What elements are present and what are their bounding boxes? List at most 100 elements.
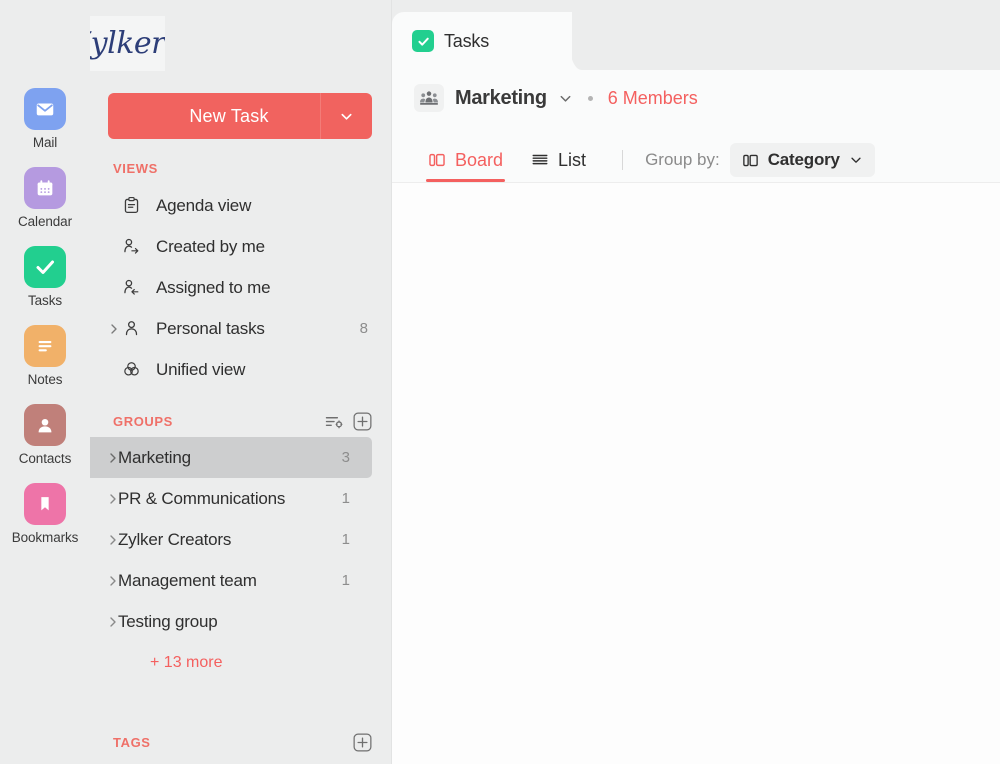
group-label-marketing: Marketing xyxy=(118,448,191,468)
groups-section-header: GROUPS xyxy=(108,412,372,431)
check-icon xyxy=(412,30,434,52)
notes-icon xyxy=(24,325,66,367)
group-count-management-team: 1 xyxy=(342,572,350,589)
check-icon xyxy=(24,246,66,288)
tab-label-list: List xyxy=(558,150,586,171)
list-icon xyxy=(531,151,549,169)
view-item-created-by-me[interactable]: Created by me xyxy=(108,226,372,267)
rail-label-tasks: Tasks xyxy=(28,293,62,308)
plus-box-icon[interactable] xyxy=(353,733,372,752)
rail-item-mail[interactable]: Mail xyxy=(0,88,90,150)
group-label-zylker-creators: Zylker Creators xyxy=(118,530,231,550)
group-by-label: Group by: xyxy=(645,150,720,170)
rail-item-tasks[interactable]: Tasks xyxy=(0,246,90,308)
view-label-assigned-to-me: Assigned to me xyxy=(156,278,270,298)
tags-title: TAGS xyxy=(113,735,151,750)
group-label-management-team: Management team xyxy=(118,571,257,591)
sidebar-content: New Task VIEWS Agenda view xyxy=(90,0,392,764)
sort-settings-icon[interactable] xyxy=(325,414,344,430)
content-panel: Marketing 6 Members Board xyxy=(392,70,1000,764)
bookmark-icon xyxy=(24,483,66,525)
rail-item-notes[interactable]: Notes xyxy=(0,325,90,387)
groups-list: Marketing 3 PR & Communications 1 Zylker… xyxy=(90,437,372,642)
group-count-marketing: 3 xyxy=(342,449,350,466)
view-label-unified: Unified view xyxy=(156,360,245,380)
chevron-down-icon[interactable] xyxy=(558,91,573,106)
sidebar: Zylker Mail Calendar Tasks xyxy=(0,0,392,764)
group-people-icon xyxy=(414,84,444,112)
tab-list[interactable]: List xyxy=(517,138,600,182)
tab-strip: Tasks xyxy=(392,0,1000,70)
clipboard-icon xyxy=(122,196,148,215)
rail-item-calendar[interactable]: Calendar xyxy=(0,167,90,229)
view-item-personal-tasks[interactable]: Personal tasks 8 xyxy=(108,308,372,349)
person-arrow-left-icon xyxy=(122,278,148,297)
calendar-icon xyxy=(24,167,66,209)
group-item-marketing[interactable]: Marketing 3 xyxy=(90,437,372,478)
rail-label-mail: Mail xyxy=(33,135,57,150)
chevron-right-icon[interactable] xyxy=(108,452,118,464)
group-count-pr-communications: 1 xyxy=(342,490,350,507)
tab-label-tasks: Tasks xyxy=(444,31,489,52)
group-count-zylker-creators: 1 xyxy=(342,531,350,548)
rail-label-calendar: Calendar xyxy=(18,214,72,229)
view-item-agenda[interactable]: Agenda view xyxy=(108,185,372,226)
views-section-header: VIEWS xyxy=(108,161,372,176)
chevron-right-icon[interactable] xyxy=(108,616,118,628)
new-task-dropdown[interactable] xyxy=(320,93,372,139)
group-item-pr-communications[interactable]: PR & Communications 1 xyxy=(90,478,372,519)
person-icon xyxy=(122,319,148,338)
rail-label-contacts: Contacts xyxy=(19,451,71,466)
tab-board[interactable]: Board xyxy=(414,138,517,182)
view-label-agenda: Agenda view xyxy=(156,196,251,216)
view-count-personal-tasks: 8 xyxy=(360,320,372,337)
rail-item-bookmarks[interactable]: Bookmarks xyxy=(0,483,90,545)
rail-label-notes: Notes xyxy=(28,372,63,387)
person-arrow-right-icon xyxy=(122,237,148,256)
group-by-dropdown[interactable]: Category xyxy=(730,143,875,177)
chevron-down-icon xyxy=(339,109,354,124)
group-item-testing-group[interactable]: Testing group xyxy=(90,601,372,642)
chevron-right-icon[interactable] xyxy=(108,534,118,546)
chevron-right-icon[interactable] xyxy=(108,575,118,587)
board-canvas xyxy=(392,182,1000,764)
view-item-unified[interactable]: Unified view xyxy=(108,349,372,390)
view-label-personal-tasks: Personal tasks xyxy=(156,319,265,339)
views-title: VIEWS xyxy=(113,161,158,176)
board-icon xyxy=(428,151,446,169)
views-list: Agenda view Created by me Assigned to me xyxy=(108,185,372,390)
group-by-value: Category xyxy=(768,150,840,170)
chevron-down-icon xyxy=(849,153,863,167)
main-area: Tasks xyxy=(392,0,1000,764)
group-label-pr-communications: PR & Communications xyxy=(118,489,285,509)
tab-label-board: Board xyxy=(455,150,503,171)
chevron-right-icon[interactable] xyxy=(108,323,120,335)
rail-label-bookmarks: Bookmarks xyxy=(12,530,79,545)
new-task-label: New Task xyxy=(108,106,320,127)
plus-box-icon[interactable] xyxy=(353,412,372,431)
app-window: Zylker Mail Calendar Tasks xyxy=(0,0,1000,764)
group-item-zylker-creators[interactable]: Zylker Creators 1 xyxy=(90,519,372,560)
new-task-button[interactable]: New Task xyxy=(108,93,372,139)
group-header: Marketing 6 Members xyxy=(414,84,698,112)
group-name: Marketing xyxy=(455,87,547,110)
tags-section-header: TAGS xyxy=(108,733,372,752)
groups-show-more[interactable]: + 13 more xyxy=(108,654,372,672)
group-item-management-team[interactable]: Management team 1 xyxy=(90,560,372,601)
person-icon xyxy=(24,404,66,446)
groups-title: GROUPS xyxy=(113,414,173,429)
chevron-right-icon[interactable] xyxy=(108,493,118,505)
venn-icon xyxy=(122,360,148,379)
envelope-icon xyxy=(24,88,66,130)
group-label-testing-group: Testing group xyxy=(118,612,217,632)
tab-edge xyxy=(542,12,582,70)
view-item-assigned-to-me[interactable]: Assigned to me xyxy=(108,267,372,308)
app-rail: Mail Calendar Tasks Notes xyxy=(0,0,90,764)
view-toolbar: Board List Group by: Category xyxy=(414,138,1000,182)
group-members-link[interactable]: 6 Members xyxy=(608,88,698,109)
toolbar-divider xyxy=(622,150,623,170)
separator-dot xyxy=(588,96,593,101)
view-label-created-by-me: Created by me xyxy=(156,237,265,257)
rail-item-contacts[interactable]: Contacts xyxy=(0,404,90,466)
board-icon xyxy=(742,152,759,169)
